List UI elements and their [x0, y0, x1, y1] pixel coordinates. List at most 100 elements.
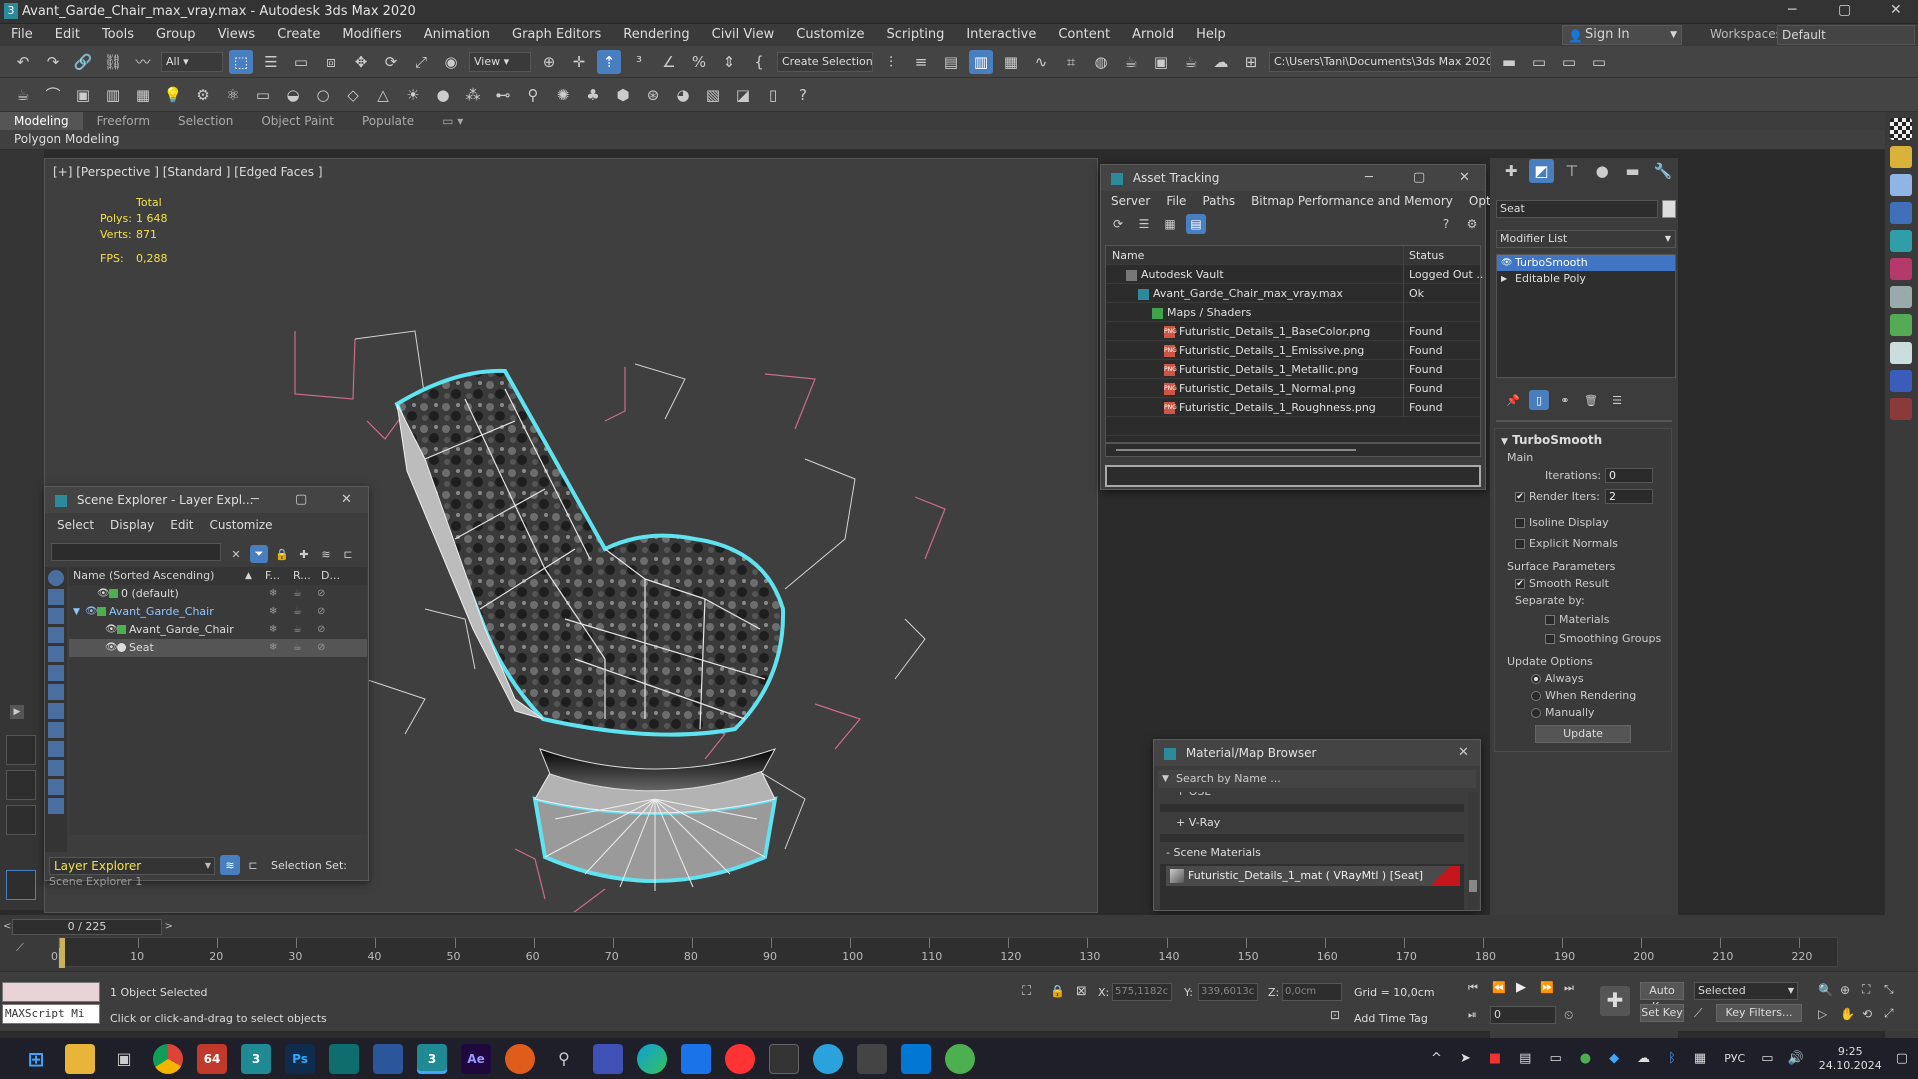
- render-icon[interactable]: ☕: [293, 585, 302, 603]
- y-coord-field[interactable]: 339,6013c: [1198, 983, 1258, 1001]
- link-icon[interactable]: 🔗: [71, 50, 95, 74]
- asset-row[interactable]: PNG Futuristic_Details_1_BaseColor.png Fou…: [1106, 322, 1480, 341]
- asset-scroll-thumb[interactable]: [1116, 449, 1356, 451]
- menu-animation[interactable]: Animation: [413, 24, 501, 46]
- scene-explorer-icon[interactable]: ▤: [939, 50, 963, 74]
- menu-file[interactable]: File: [0, 24, 44, 46]
- tray-monitor-icon[interactable]: ▭: [1761, 1051, 1773, 1066]
- visibility-eye-icon[interactable]: 👁: [85, 603, 98, 621]
- render-icon[interactable]: ☕: [293, 621, 302, 639]
- scene-menu-display[interactable]: Display: [102, 515, 162, 535]
- volume-icon[interactable]: 🔊: [1788, 1051, 1804, 1066]
- asset-menu-paths[interactable]: Paths: [1194, 191, 1243, 211]
- window-crossing-icon[interactable]: ⧈: [319, 50, 343, 74]
- explorer-icon[interactable]: [65, 1043, 95, 1074]
- scene-menu-edit[interactable]: Edit: [162, 515, 201, 535]
- vray-proxy-icon[interactable]: ⊷: [491, 83, 515, 107]
- menu-edit[interactable]: Edit: [44, 24, 91, 46]
- reference-coord-dropdown[interactable]: View ▾: [469, 51, 531, 72]
- vray-dome-icon[interactable]: ◒: [281, 83, 305, 107]
- iterations-spinner[interactable]: 0: [1605, 468, 1653, 483]
- box-icon[interactable]: ▣: [71, 83, 95, 107]
- move-icon[interactable]: ✥: [349, 50, 373, 74]
- material-close-button[interactable]: ✕: [1458, 740, 1469, 766]
- redo-icon[interactable]: ↷: [41, 50, 65, 74]
- display-groups-icon[interactable]: [48, 703, 64, 719]
- notepad-icon[interactable]: [373, 1043, 403, 1074]
- tab-freeform[interactable]: Freeform: [83, 112, 164, 130]
- unlink-icon[interactable]: ⛓: [101, 50, 125, 74]
- maxscript-mini-input[interactable]: MAXScript Mi: [2, 1004, 100, 1024]
- vray-plane-icon[interactable]: ▭: [251, 83, 275, 107]
- auto-key-button[interactable]: Auto Key: [1640, 982, 1684, 1013]
- autodesk-icon[interactable]: [329, 1043, 359, 1074]
- curve-editor-mini-icon[interactable]: ⟋: [16, 941, 36, 961]
- layer-explorer-dropdown[interactable]: Layer Explorer ▼: [49, 857, 215, 875]
- calculator-icon[interactable]: [857, 1043, 887, 1074]
- layout-triple-icon[interactable]: [6, 805, 36, 835]
- show-end-result-icon[interactable]: ▯: [1529, 390, 1549, 410]
- asset-close-button[interactable]: ✕: [1459, 165, 1470, 191]
- layer-hierarchy-icon[interactable]: ⊏: [340, 542, 356, 566]
- scene-search-input[interactable]: [51, 543, 221, 561]
- vray-ambient-icon[interactable]: ●: [431, 83, 455, 107]
- table-view-icon[interactable]: ▤: [1186, 214, 1206, 234]
- render-shortcuts-icon[interactable]: ⊞: [1239, 50, 1263, 74]
- vray-hdri-icon[interactable]: ⬢: [611, 83, 635, 107]
- add-time-tag[interactable]: Add Time Tag: [1354, 1012, 1428, 1025]
- layout-split-icon[interactable]: [6, 770, 36, 800]
- set-keys-icon[interactable]: ✚: [1600, 986, 1630, 1016]
- tray-app-icon[interactable]: ▦: [1694, 1051, 1706, 1066]
- render-icon[interactable]: ☕: [293, 639, 302, 657]
- vray-fur-icon[interactable]: ⁂: [461, 83, 485, 107]
- vray-plant-icon[interactable]: ♣: [581, 83, 605, 107]
- asset-tracking-icon[interactable]: ▭: [1527, 50, 1551, 74]
- when-rendering-radio[interactable]: [1531, 691, 1541, 701]
- tab-populate[interactable]: Populate: [348, 112, 428, 130]
- menu-create[interactable]: Create: [266, 24, 331, 46]
- notifications-icon[interactable]: ▢: [1896, 1051, 1908, 1066]
- vray-scatter-icon[interactable]: ⚲: [521, 83, 545, 107]
- default-tangent-icon[interactable]: ⟋: [1694, 1006, 1702, 1021]
- cube-tool-icon[interactable]: [1890, 370, 1912, 392]
- scene-menu-customize[interactable]: Customize: [202, 515, 281, 535]
- menu-graph-editors[interactable]: Graph Editors: [501, 24, 612, 46]
- rect-selection-icon[interactable]: ▭: [289, 50, 313, 74]
- menu-rendering[interactable]: Rendering: [612, 24, 700, 46]
- tray-network-icon[interactable]: ▤: [1519, 1051, 1531, 1066]
- menu-customize[interactable]: Customize: [785, 24, 875, 46]
- edge-icon[interactable]: [637, 1043, 667, 1074]
- create-tab-icon[interactable]: ✚: [1499, 159, 1523, 183]
- key-set-dropdown[interactable]: Selected ▼: [1694, 982, 1798, 1000]
- hierarchy-tab-icon[interactable]: ⊤: [1560, 159, 1584, 183]
- set-key-button[interactable]: Set Key: [1640, 1004, 1684, 1022]
- stack-item-turbosmooth[interactable]: 👁 TurboSmooth: [1497, 255, 1675, 271]
- zoom-extents-icon[interactable]: ⛶: [1862, 982, 1884, 997]
- freeze-icon[interactable]: ❄: [269, 621, 277, 639]
- spinner-snap-icon[interactable]: ⇕: [717, 50, 741, 74]
- grid-tool-icon[interactable]: [1890, 230, 1912, 252]
- time-config-icon[interactable]: ⏲: [1564, 1008, 1573, 1023]
- scene-explorer-titlebar[interactable]: Scene Explorer - Layer Expl... ─ ▢ ✕: [45, 487, 368, 513]
- torrent-icon[interactable]: [945, 1043, 975, 1074]
- asset-row[interactable]: Avant_Garde_Chair_max_vray.max Ok: [1106, 284, 1480, 303]
- app-64-icon[interactable]: 64: [197, 1043, 227, 1074]
- display-icon[interactable]: ⊘: [317, 639, 325, 657]
- expand-arrow-icon[interactable]: ▼: [73, 603, 80, 621]
- telegram-icon[interactable]: [813, 1043, 843, 1074]
- asset-settings-icon[interactable]: ⚙: [1462, 214, 1482, 234]
- align-icon[interactable]: ≡: [909, 50, 933, 74]
- prev-key-icon[interactable]: ⏪: [1492, 981, 1516, 994]
- go-to-end-icon[interactable]: ⏭: [1564, 981, 1588, 995]
- rendered-frame-icon[interactable]: ▣: [1149, 50, 1173, 74]
- object-color-swatch[interactable]: [1662, 200, 1676, 218]
- yandex-icon[interactable]: [725, 1043, 755, 1074]
- asset-row[interactable]: PNG Futuristic_Details_1_Metallic.png Foun…: [1106, 360, 1480, 379]
- next-key-icon[interactable]: ⏩: [1540, 981, 1564, 994]
- schematic-view-icon[interactable]: ⌗: [1059, 50, 1083, 74]
- asset-row[interactable]: PNG Futuristic_Details_1_Emissive.png Foun…: [1106, 341, 1480, 360]
- ribbon-options-icon[interactable]: ▭ ▾: [428, 112, 477, 130]
- asset-maximize-button[interactable]: ▢: [1413, 165, 1425, 191]
- pan-icon[interactable]: ✋: [1840, 1007, 1862, 1021]
- isoline-checkbox[interactable]: [1515, 518, 1525, 528]
